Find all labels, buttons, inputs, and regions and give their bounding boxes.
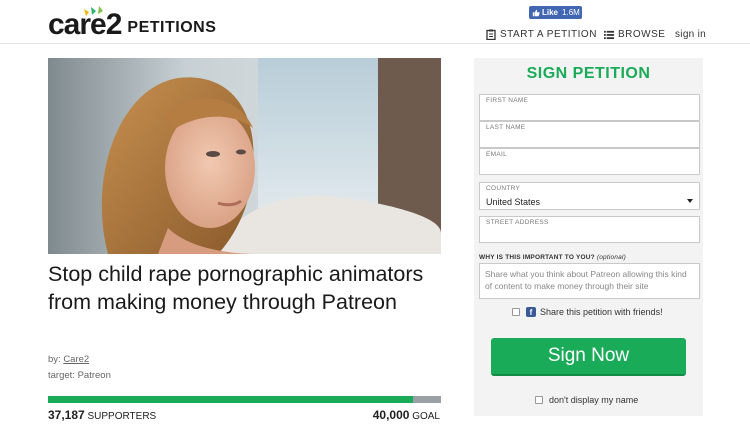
supporters-count: 37,187 (48, 408, 85, 422)
facebook-like-count: 1.6M (562, 8, 580, 17)
nav-start-petition[interactable]: START A PETITION (486, 29, 597, 40)
child-photo (48, 58, 441, 254)
street-address-label: STREET ADDRESS (486, 219, 549, 226)
signature-progress-bar (48, 396, 441, 403)
street-address-field[interactable]: STREET ADDRESS (479, 216, 700, 243)
chevron-down-icon (687, 199, 693, 203)
first-name-field[interactable]: FIRST NAME (479, 94, 700, 121)
last-name-label: LAST NAME (486, 124, 526, 131)
sign-petition-panel: SIGN PETITION FIRST NAME LAST NAME EMAIL… (474, 58, 703, 416)
first-name-label: FIRST NAME (486, 97, 529, 104)
goal-label: GOAL (412, 411, 440, 422)
last-name-field[interactable]: LAST NAME (479, 121, 700, 148)
target-name: Patreon (77, 370, 111, 381)
petition-hero-image (48, 58, 441, 254)
goal-count: 40,000 (372, 408, 410, 422)
comment-placeholder: Share what you think about Patreon allow… (485, 269, 687, 291)
list-icon (604, 30, 614, 40)
why-important-label: WHY IS THIS IMPORTANT TO YOU? (optional) (479, 254, 626, 261)
why-optional-text: (optional) (596, 254, 626, 261)
hide-name-option[interactable]: don't display my name (535, 395, 638, 405)
supporters-stat: 37,187 SUPPORTERS (48, 408, 156, 422)
facebook-icon: f (526, 307, 536, 317)
site-header: care2 PETITIONS Like 1.6M START A PETITI… (0, 0, 750, 44)
logo-wordmark: care2 (48, 6, 122, 41)
email-label: EMAIL (486, 151, 508, 158)
comment-textarea[interactable]: Share what you think about Patreon allow… (479, 263, 700, 299)
email-field[interactable]: EMAIL (479, 148, 700, 175)
share-checkbox[interactable] (512, 308, 520, 316)
supporters-label: SUPPORTERS (87, 411, 157, 422)
share-with-friends-option[interactable]: f Share this petition with friends! (512, 307, 663, 317)
hide-name-label: don't display my name (549, 395, 639, 405)
hide-name-checkbox[interactable] (535, 396, 543, 404)
author-link[interactable]: Care2 (63, 354, 89, 365)
why-important-text: WHY IS THIS IMPORTANT TO YOU? (479, 254, 595, 261)
facebook-like-button[interactable]: Like 1.6M (529, 6, 582, 19)
petition-target: target: Patreon (48, 370, 111, 381)
clipboard-icon (486, 29, 496, 40)
signature-progress-fill (48, 396, 414, 403)
nav-start-petition-label: START A PETITION (500, 29, 597, 40)
nav-sign-in-link[interactable]: sign in (675, 29, 706, 40)
country-label: COUNTRY (486, 185, 521, 192)
share-label: Share this petition with friends! (540, 307, 663, 317)
goal-stat: 40,000 GOAL (373, 408, 440, 422)
butterfly-icon (84, 6, 103, 16)
logo-petitions-text: PETITIONS (127, 19, 217, 36)
nav-browse[interactable]: BROWSE (604, 29, 665, 40)
thumbs-up-icon (532, 9, 540, 16)
country-value: United States (486, 197, 541, 207)
sign-now-button[interactable]: Sign Now (491, 338, 686, 376)
facebook-like-label: Like (542, 8, 559, 17)
care2-petitions-logo[interactable]: care2 PETITIONS (48, 6, 216, 40)
target-prefix: target: (48, 370, 78, 381)
petition-title: Stop child rape pornographic animators f… (48, 262, 424, 314)
sign-petition-heading: SIGN PETITION (526, 65, 651, 82)
petition-author: by: Care2 (48, 354, 89, 365)
nav-browse-label: BROWSE (618, 29, 666, 40)
country-select[interactable]: COUNTRY United States (479, 182, 700, 210)
author-prefix: by: (48, 354, 64, 365)
